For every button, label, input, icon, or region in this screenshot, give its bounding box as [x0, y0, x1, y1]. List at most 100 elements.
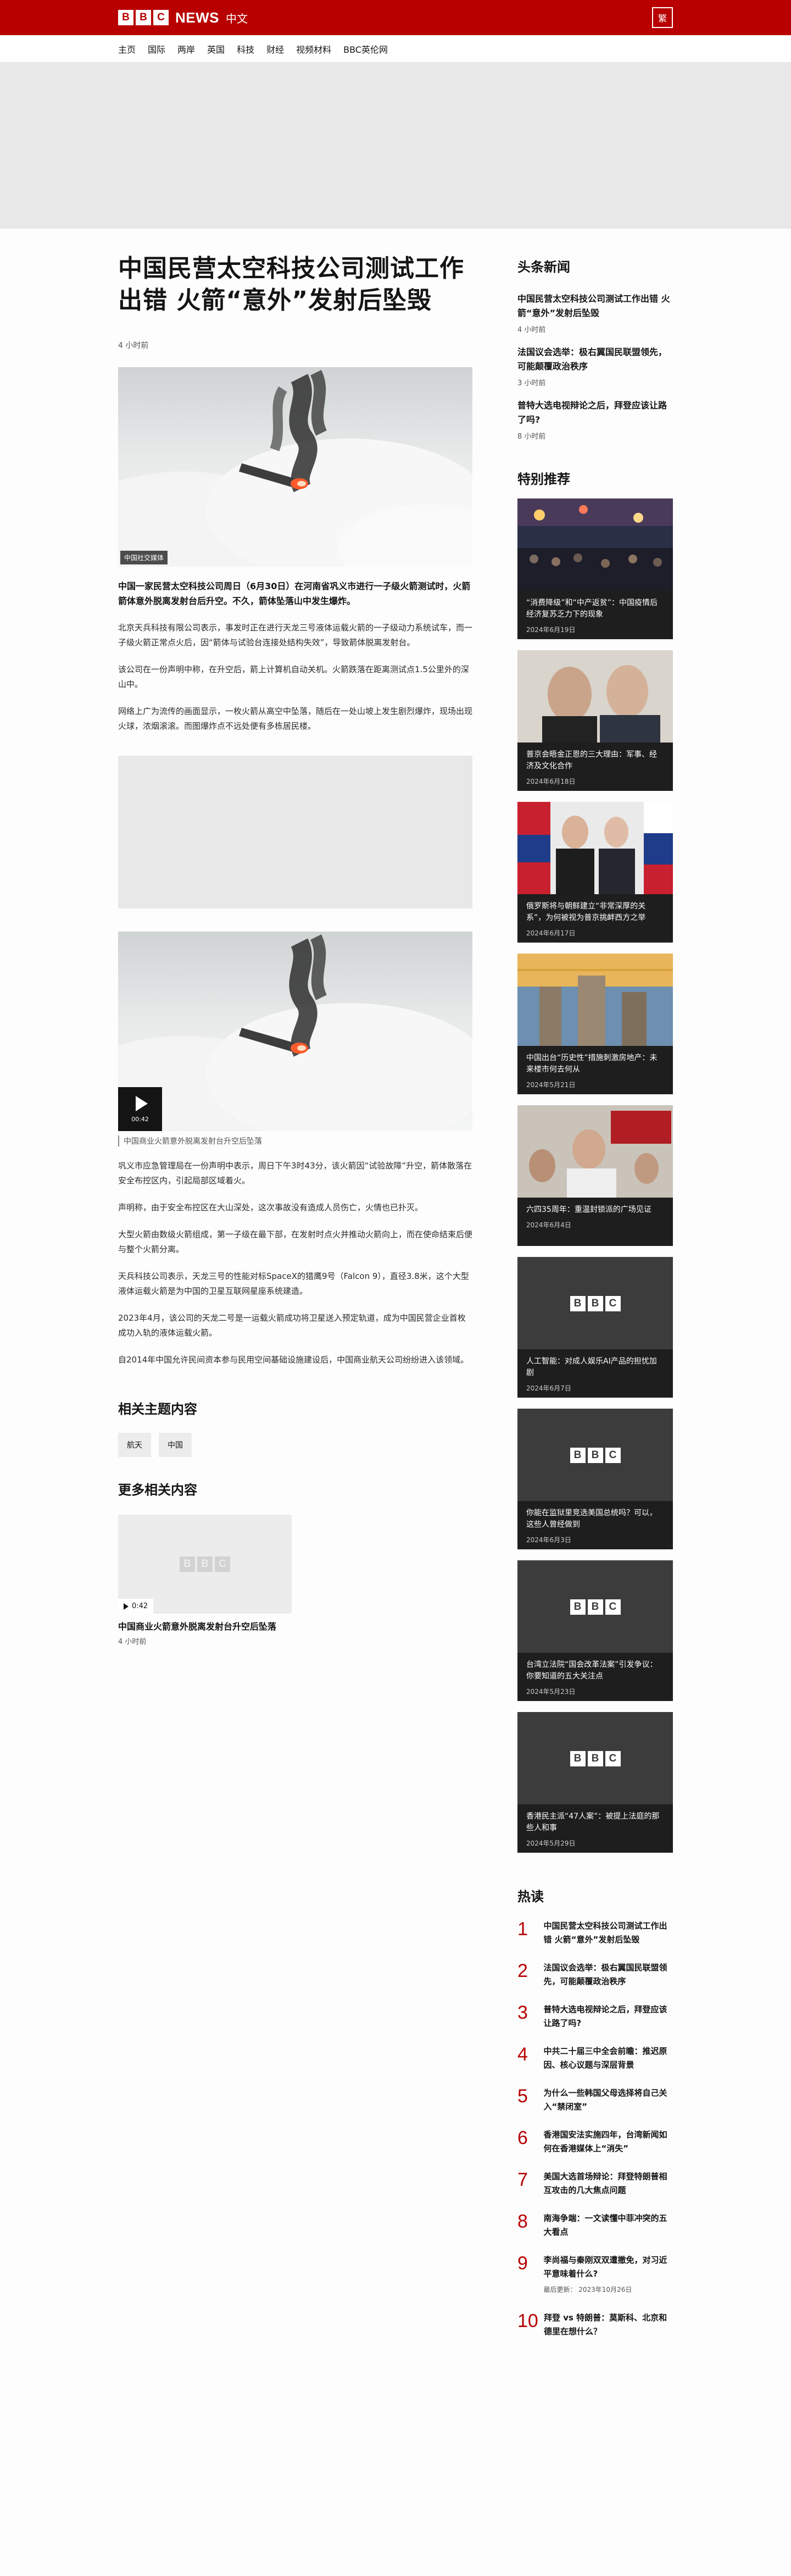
top-story-time: 4 小时前	[517, 326, 546, 334]
article-timestamp: 4 小时前	[118, 341, 149, 350]
feature-card[interactable]: “消费降级”和“中产返贫”：中国疫情后经济复苏乏力下的现象 2024年6月19日	[517, 498, 673, 639]
article: 中国民营太空科技公司测试工作出错 火箭“意外”发射后坠毁 4 小时前 中国社交媒…	[118, 251, 472, 2339]
nav-item-bbc-uk[interactable]: BBC英伦网	[343, 42, 388, 56]
feature-title[interactable]: 香港民主派“47人案”：被提上法庭的那些人和事	[526, 1811, 664, 1834]
most-read-item[interactable]: 2 法国议会选举：极右翼国民联盟领先，可能颠覆政治秩序	[517, 1961, 673, 1988]
most-read-item[interactable]: 4 中共二十届三中全会前瞻：推迟原因、核心议题与深层背景	[517, 2045, 673, 2072]
nav-item-china-taiwan[interactable]: 两岸	[177, 42, 195, 56]
bbc-placeholder-logo: BBC	[570, 1296, 621, 1311]
feature-card[interactable]: BBC 人工智能：对成人娱乐AI产品的担忧加剧 2024年6月7日	[517, 1257, 673, 1398]
nav-item-home[interactable]: 主页	[118, 42, 136, 56]
language-switch-button[interactable]: 繁	[652, 7, 673, 28]
feature-title[interactable]: 普京会晤金正恩的三大理由：军事、经济及文化合作	[526, 749, 664, 772]
feature-card[interactable]: 六四35周年：重温封锁派的广场见证 2024年6月4日	[517, 1105, 673, 1246]
feature-card[interactable]: BBC 香港民主派“47人案”：被提上法庭的那些人和事 2024年5月29日	[517, 1712, 673, 1853]
feature-card[interactable]: 普京会晤金正恩的三大理由：军事、经济及文化合作 2024年6月18日	[517, 650, 673, 791]
most-read-item[interactable]: 10 拜登 vs 特朗普：莫斯科、北京和德里在想什么？	[517, 2311, 673, 2339]
nav-item-tech[interactable]: 科技	[237, 42, 254, 56]
nav-item-uk[interactable]: 英国	[207, 42, 225, 56]
features-heading: 特别推荐	[517, 472, 570, 487]
card-duration: 0:42	[132, 1602, 148, 1610]
top-story-title[interactable]: 中国民营太空科技公司测试工作出错 火箭“意外”发射后坠毁	[517, 292, 673, 320]
feature-date: 2024年6月18日	[526, 778, 576, 785]
feature-title[interactable]: 中国出台“历史性”措施刺激房地产：未来楼市何去何从	[526, 1052, 664, 1076]
feature-title[interactable]: 你能在监狱里竞选美国总统吗？可以，这些人曾经做到	[526, 1508, 664, 1531]
top-story-title[interactable]: 普特大选电视辩论之后，拜登应该让路了吗?	[517, 398, 673, 427]
nav-item-business[interactable]: 财经	[266, 42, 284, 56]
feature-placeholder-image: BBC	[517, 1409, 673, 1502]
feature-title[interactable]: “消费降级”和“中产返贫”：中国疫情后经济复苏乏力下的现象	[526, 597, 664, 621]
most-read-title-text[interactable]: 李尚福与秦刚双双遭撤免，对习近平意味着什么?	[543, 2255, 667, 2279]
nav-item-world[interactable]: 国际	[148, 42, 165, 56]
feature-text: “消费降级”和“中产返贫”：中国疫情后经济复苏乏力下的现象 2024年6月19日	[517, 591, 673, 639]
article-title: 中国民营太空科技公司测试工作出错 火箭“意外”发射后坠毁	[118, 254, 464, 314]
feature-title[interactable]: 六四35周年：重温封锁派的广场见证	[526, 1204, 664, 1216]
most-read-title[interactable]: 拜登 vs 特朗普：莫斯科、北京和德里在想什么？	[544, 2311, 673, 2339]
most-read-item[interactable]: 1 中国民营太空科技公司测试工作出错 火箭“意外”发射后坠毁	[517, 1919, 673, 1947]
most-read-item[interactable]: 8 南海争端：一文读懂中菲冲突的五大看点	[517, 2212, 673, 2239]
chinese-wordmark: 中文	[226, 12, 248, 25]
bbc-blocks: B B C	[118, 10, 169, 25]
nav-item-video[interactable]: 视频材料	[296, 42, 331, 56]
most-read-title[interactable]: 中国民营太空科技公司测试工作出错 火箭“意外”发射后坠毁	[543, 1919, 673, 1947]
news-wordmark: NEWS	[175, 9, 219, 26]
card-title[interactable]: 中国商业火箭意外脱离发射台升空后坠落	[118, 1620, 292, 1633]
play-button[interactable]: 00:42	[118, 1087, 162, 1131]
most-read-item[interactable]: 6 香港国安法实施四年，台湾新闻如何在香港媒体上“消失”	[517, 2128, 673, 2156]
most-read-title[interactable]: 香港国安法实施四年，台湾新闻如何在香港媒体上“消失”	[543, 2128, 673, 2156]
rocket-crash-illustration	[118, 370, 472, 567]
feature-text: 你能在监狱里竞选美国总统吗？可以，这些人曾经做到 2024年6月3日	[517, 1501, 673, 1549]
feature-title[interactable]: 台湾立法院“国会改革法案”引发争议：你要知道的五大关注点	[526, 1659, 664, 1682]
footer-spacer	[0, 2339, 791, 2514]
most-read-item[interactable]: 5 为什么一些韩国父母选择将自己关入“禁闭室”	[517, 2086, 673, 2114]
feature-text: 人工智能：对成人娱乐AI产品的担忧加剧 2024年6月7日	[517, 1349, 673, 1398]
most-read: 热读 1 中国民营太空科技公司测试工作出错 火箭“意外”发射后坠毁 2 法国议会…	[517, 1886, 673, 2339]
most-read-item[interactable]: 9 李尚福与秦刚双双遭撤免，对习近平意味着什么? 最后更新： 2023年10月2…	[517, 2253, 673, 2297]
bbc-placeholder-logo: BBC	[180, 1556, 230, 1572]
video-caption: 中国商业火箭意外脱离发射台升空后坠落	[118, 1135, 472, 1146]
most-read-item[interactable]: 3 普特大选电视辩论之后，拜登应该让路了吗?	[517, 2003, 673, 2030]
feature-card[interactable]: BBC 台湾立法院“国会改革法案”引发争议：你要知道的五大关注点 2024年5月…	[517, 1560, 673, 1701]
bbc-news-logo[interactable]: B B C NEWS 中文	[118, 9, 248, 26]
feature-image-handshake	[517, 802, 673, 895]
article-paragraph: 自2014年中国允许民间资本参与民用空间基础设施建设后，中国商业航天公司纷纷进入…	[118, 1355, 469, 1365]
bbc-placeholder-logo: BBC	[570, 1448, 621, 1463]
top-stories-heading: 头条新闻	[517, 259, 570, 275]
top-story[interactable]: 法国议会选举：极右翼国民联盟领先，可能颠覆政治秩序 3 小时前	[517, 345, 673, 387]
tag-aerospace[interactable]: 航天	[118, 1433, 151, 1457]
most-read-title[interactable]: 南海争端：一文读懂中菲冲突的五大看点	[543, 2212, 673, 2239]
feature-date: 2024年6月7日	[526, 1384, 571, 1392]
most-read-title[interactable]: 李尚福与秦刚双双遭撤免，对习近平意味着什么? 最后更新： 2023年10月26日	[543, 2253, 673, 2297]
most-read-title[interactable]: 美国大选首场辩论：拜登特朗普相互攻击的几大焦点问题	[543, 2170, 673, 2197]
most-read-item[interactable]: 7 美国大选首场辩论：拜登特朗普相互攻击的几大焦点问题	[517, 2170, 673, 2197]
rank-number: 6	[517, 2128, 528, 2148]
feature-title[interactable]: 人工智能：对成人娱乐AI产品的担忧加剧	[526, 1356, 664, 1379]
top-story[interactable]: 中国民营太空科技公司测试工作出错 火箭“意外”发射后坠毁 4 小时前	[517, 292, 673, 334]
article-paragraph: 2023年4月，该公司的天龙二号是一运载火箭成功将卫星送入预定轨道，成为中国民营…	[118, 1313, 466, 1338]
most-read-title[interactable]: 为什么一些韩国父母选择将自己关入“禁闭室”	[543, 2086, 673, 2114]
main-nav: 主页 国际 两岸 英国 科技 财经 视频材料 BBC英伦网	[0, 35, 791, 63]
rank-number: 4	[517, 2044, 528, 2065]
article-paragraph: 巩义市应急管理局在一份声明中表示，周日下午3时43分，该火箭因“试验故障”升空，…	[118, 1161, 472, 1185]
related-video-card[interactable]: BBC 0:42 中国商业火箭意外脱离发射台升空后坠落 4 小时前	[118, 1515, 292, 1646]
article-lead: 中国一家民营太空科技公司周日（6月30日）在河南省巩义市进行一子级火箭测试时，火…	[118, 581, 471, 606]
most-read-title[interactable]: 普特大选电视辩论之后，拜登应该让路了吗?	[543, 2003, 673, 2030]
top-story-title[interactable]: 法国议会选举：极右翼国民联盟领先，可能颠覆政治秩序	[517, 345, 673, 374]
feature-card[interactable]: 中国出台“历史性”措施刺激房地产：未来楼市何去何从 2024年5月21日	[517, 954, 673, 1094]
feature-title[interactable]: 俄罗斯将与朝鲜建立“非常深厚的关系”，为何被视为普京挑衅西方之举	[526, 901, 664, 924]
card-play-badge: 0:42	[118, 1599, 154, 1614]
feature-card[interactable]: 俄罗斯将与朝鲜建立“非常深厚的关系”，为何被视为普京挑衅西方之举 2024年6月…	[517, 802, 673, 943]
feature-date: 2024年6月3日	[526, 1536, 571, 1544]
most-read-title[interactable]: 法国议会选举：极右翼国民联盟领先，可能颠覆政治秩序	[543, 1961, 673, 1988]
feature-image-street-crowd	[517, 498, 673, 592]
logo-letter: B	[136, 10, 151, 25]
article-paragraph: 大型火箭由数级火箭组成，第一子级在最下部，在发射时点火并推动火箭向上，而在使命结…	[118, 1229, 473, 1254]
video-player[interactable]: 00:42	[118, 932, 472, 1131]
most-read-title[interactable]: 中共二十届三中全会前瞻：推迟原因、核心议题与深层背景	[543, 2045, 673, 2072]
rank-number: 9	[517, 2253, 528, 2274]
feature-card[interactable]: BBC 你能在监狱里竞选美国总统吗？可以，这些人曾经做到 2024年6月3日	[517, 1409, 673, 1549]
most-read-heading: 热读	[517, 1889, 544, 1904]
top-story[interactable]: 普特大选电视辩论之后，拜登应该让路了吗? 8 小时前	[517, 398, 673, 441]
logo-letter: B	[118, 10, 133, 25]
tag-china[interactable]: 中国	[159, 1433, 192, 1457]
